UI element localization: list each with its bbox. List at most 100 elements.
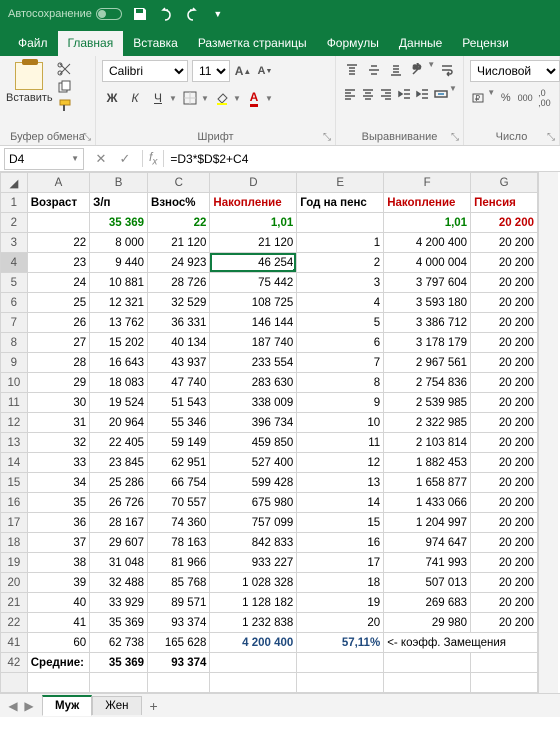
cell[interactable]: 11 xyxy=(297,433,384,453)
cell[interactable]: 1 232 838 xyxy=(210,613,297,633)
cell[interactable]: 20 200 xyxy=(471,333,538,353)
table-row[interactable]: 20 39 32 488 85 768 1 028 328 18 507 013… xyxy=(1,573,538,593)
cell[interactable]: 35 369 xyxy=(90,613,148,633)
cell[interactable]: 3 386 712 xyxy=(384,313,471,333)
cell[interactable]: 35 369 xyxy=(90,213,148,233)
table-row[interactable]: 10 29 18 083 47 740 283 630 8 2 754 836 … xyxy=(1,373,538,393)
cell[interactable]: 146 144 xyxy=(210,313,297,333)
tab-page-layout[interactable]: Разметка страницы xyxy=(188,31,317,56)
cell[interactable]: 1 882 453 xyxy=(384,453,471,473)
align-center-icon[interactable] xyxy=(360,84,376,104)
cell[interactable]: 20 200 xyxy=(471,613,538,633)
cell[interactable]: 842 833 xyxy=(210,533,297,553)
cell[interactable]: 23 845 xyxy=(90,453,148,473)
table-row[interactable]: 14 33 23 845 62 951 527 400 12 1 882 453… xyxy=(1,453,538,473)
cell[interactable]: 12 321 xyxy=(90,293,148,313)
accounting-dropdown-icon[interactable]: ▼ xyxy=(487,88,495,108)
cell[interactable]: 32 xyxy=(27,433,89,453)
cell[interactable]: Взнос% xyxy=(148,193,210,213)
paste-button[interactable]: Вставить xyxy=(6,62,53,112)
cell[interactable]: Средние: xyxy=(27,653,89,673)
orientation-dropdown-icon[interactable]: ▼ xyxy=(427,60,435,80)
cell[interactable]: 34 xyxy=(27,473,89,493)
formula-input[interactable]: =D3*$D$2+C4 xyxy=(164,152,560,166)
cell[interactable]: 599 428 xyxy=(210,473,297,493)
row-empty[interactable] xyxy=(1,673,538,693)
accept-formula-icon[interactable]: ✓ xyxy=(118,152,132,166)
cell[interactable]: 9 xyxy=(297,393,384,413)
redo-icon[interactable] xyxy=(184,6,200,22)
cell[interactable]: 20 200 xyxy=(471,213,538,233)
cell[interactable]: 16 xyxy=(297,533,384,553)
cell[interactable]: 2 754 836 xyxy=(384,373,471,393)
cell[interactable]: 89 571 xyxy=(148,593,210,613)
cell[interactable]: 741 993 xyxy=(384,553,471,573)
cell[interactable]: 28 167 xyxy=(90,513,148,533)
italic-button[interactable]: К xyxy=(125,88,145,108)
cut-icon[interactable] xyxy=(57,62,75,76)
tab-review[interactable]: Рецензи xyxy=(452,31,518,56)
cell[interactable]: 24 923 xyxy=(148,253,210,273)
table-row[interactable]: 4 23 9 440 24 923 46 254 2 4 000 004 20 … xyxy=(1,253,538,273)
col-header-d[interactable]: D xyxy=(210,173,297,193)
cell[interactable]: 15 202 xyxy=(90,333,148,353)
cell[interactable]: 26 726 xyxy=(90,493,148,513)
cell[interactable]: 70 557 xyxy=(148,493,210,513)
cell[interactable]: 396 734 xyxy=(210,413,297,433)
cell[interactable]: 20 200 xyxy=(471,473,538,493)
tab-home[interactable]: Главная xyxy=(58,31,124,56)
cell[interactable]: 18 083 xyxy=(90,373,148,393)
comma-format-icon[interactable]: 000 xyxy=(516,88,533,108)
font-color-dropdown-icon[interactable]: ▼ xyxy=(265,94,273,103)
col-header-f[interactable]: F xyxy=(384,173,471,193)
cell[interactable]: 33 929 xyxy=(90,593,148,613)
cell[interactable]: 59 149 xyxy=(148,433,210,453)
cell[interactable]: 1,01 xyxy=(384,213,471,233)
cell[interactable]: 2 xyxy=(297,253,384,273)
cell[interactable]: 29 607 xyxy=(90,533,148,553)
name-box-dropdown-icon[interactable]: ▼ xyxy=(71,154,79,163)
number-format-select[interactable]: Числовой xyxy=(470,60,560,82)
cell[interactable]: 4 200 400 xyxy=(210,633,297,653)
cell[interactable]: 20 200 xyxy=(471,453,538,473)
tab-data[interactable]: Данные xyxy=(389,31,452,56)
increase-decimal-icon[interactable]: ,0,00 xyxy=(536,88,553,108)
autosave-toggle[interactable]: Автосохранение xyxy=(8,8,122,20)
cell[interactable]: 2 103 814 xyxy=(384,433,471,453)
cell[interactable]: 32 488 xyxy=(90,573,148,593)
cell[interactable]: 20 200 xyxy=(471,233,538,253)
cell[interactable]: 36 xyxy=(27,513,89,533)
percent-format-icon[interactable]: % xyxy=(497,88,514,108)
font-launcher-icon[interactable]: ⤡ xyxy=(323,132,331,143)
cell[interactable]: 233 554 xyxy=(210,353,297,373)
sheet-nav-next-icon[interactable]: ▶ xyxy=(22,699,36,713)
table-row[interactable]: 6 25 12 321 32 529 108 725 4 3 593 180 2… xyxy=(1,293,538,313)
bold-button[interactable]: Ж xyxy=(102,88,122,108)
cell[interactable]: 6 xyxy=(297,333,384,353)
cell[interactable]: 29 980 xyxy=(384,613,471,633)
font-size-select[interactable]: 11 xyxy=(192,60,230,82)
table-row[interactable]: 22 41 35 369 93 374 1 232 838 20 29 980 … xyxy=(1,613,538,633)
tab-insert[interactable]: Вставка xyxy=(123,31,188,56)
cell[interactable]: 20 xyxy=(297,613,384,633)
fx-icon[interactable]: fx xyxy=(142,150,164,167)
cell[interactable]: 47 740 xyxy=(148,373,210,393)
cell[interactable]: 20 200 xyxy=(471,593,538,613)
cell[interactable]: 165 628 xyxy=(148,633,210,653)
cell[interactable]: 13 762 xyxy=(90,313,148,333)
cell[interactable]: 20 200 xyxy=(471,573,538,593)
decrease-font-icon[interactable]: A▼ xyxy=(256,61,274,81)
cell[interactable]: 46 254 xyxy=(210,253,297,273)
cell[interactable]: 4 200 400 xyxy=(384,233,471,253)
increase-indent-icon[interactable] xyxy=(415,84,431,104)
cell[interactable]: 32 529 xyxy=(148,293,210,313)
cell[interactable]: 38 xyxy=(27,553,89,573)
cell[interactable]: 20 200 xyxy=(471,393,538,413)
cell[interactable]: 25 286 xyxy=(90,473,148,493)
cell[interactable]: 7 xyxy=(297,353,384,373)
merge-center-icon[interactable] xyxy=(433,84,449,104)
cell[interactable]: 39 xyxy=(27,573,89,593)
cell[interactable]: 5 xyxy=(297,313,384,333)
cell[interactable]: 1 658 877 xyxy=(384,473,471,493)
cell[interactable]: 20 200 xyxy=(471,373,538,393)
